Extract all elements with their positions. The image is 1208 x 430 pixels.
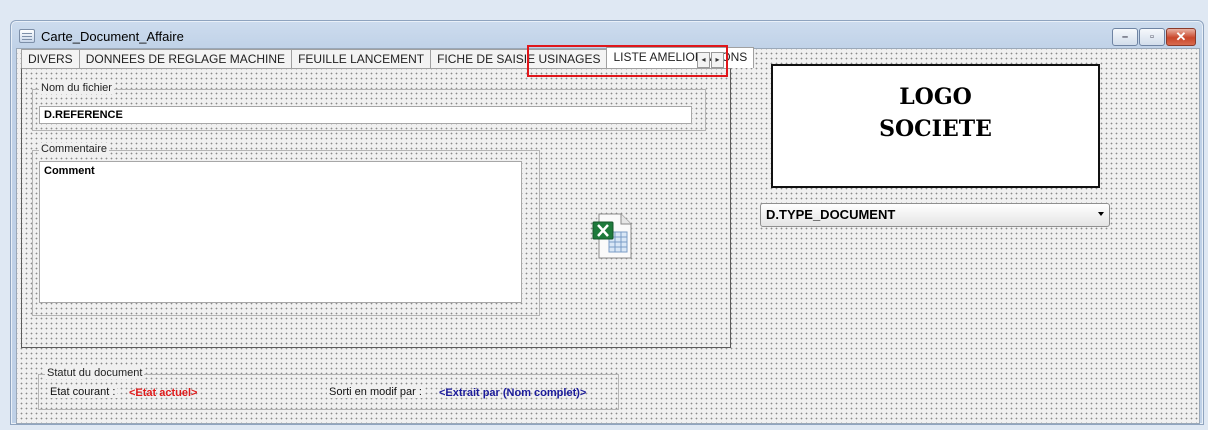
minimize-button[interactable]: –	[1112, 28, 1138, 46]
dropdown-arrow-icon	[1098, 212, 1104, 216]
commentaire-textarea[interactable]: Comment	[39, 161, 522, 303]
type-document-value: D.TYPE_DOCUMENT	[766, 207, 896, 222]
tab-feuille-lancement[interactable]: FEUILLE LANCEMENT	[291, 49, 432, 68]
highlight-box	[527, 45, 728, 77]
logo-line-2: SOCIETE	[879, 116, 992, 142]
window-title: Carte_Document_Affaire	[41, 29, 184, 44]
tab-divers[interactable]: DIVERS	[21, 49, 80, 68]
maximize-button[interactable]: ▫	[1139, 28, 1165, 46]
excel-file-icon[interactable]	[591, 212, 635, 260]
maximize-icon: ▫	[1150, 31, 1154, 43]
statut-legend: Statut du document	[45, 367, 145, 379]
nom-fichier-field[interactable]: D.REFERENCE	[39, 106, 692, 124]
minimize-icon: –	[1121, 31, 1129, 43]
logo-line-1: LOGO	[899, 84, 972, 110]
company-logo-placeholder: LOGO SOCIETE	[771, 64, 1100, 188]
sorti-modif-value: <Extrait par (Nom complet)>	[439, 387, 587, 399]
window-app-icon	[19, 29, 35, 43]
etat-courant-value: <Etat actuel>	[129, 387, 198, 399]
type-document-select[interactable]: D.TYPE_DOCUMENT	[760, 203, 1110, 227]
sorti-modif-label: Sorti en modif par :	[327, 386, 424, 398]
tab-donnees-reglage-machine[interactable]: DONNEES DE REGLAGE MACHINE	[78, 49, 293, 68]
close-button[interactable]: ✕	[1166, 28, 1196, 46]
nom-fichier-legend: Nom du fichier	[39, 82, 114, 94]
commentaire-legend: Commentaire	[39, 143, 110, 155]
etat-courant-label: Etat courant :	[48, 386, 118, 398]
close-icon: ✕	[1175, 29, 1187, 44]
